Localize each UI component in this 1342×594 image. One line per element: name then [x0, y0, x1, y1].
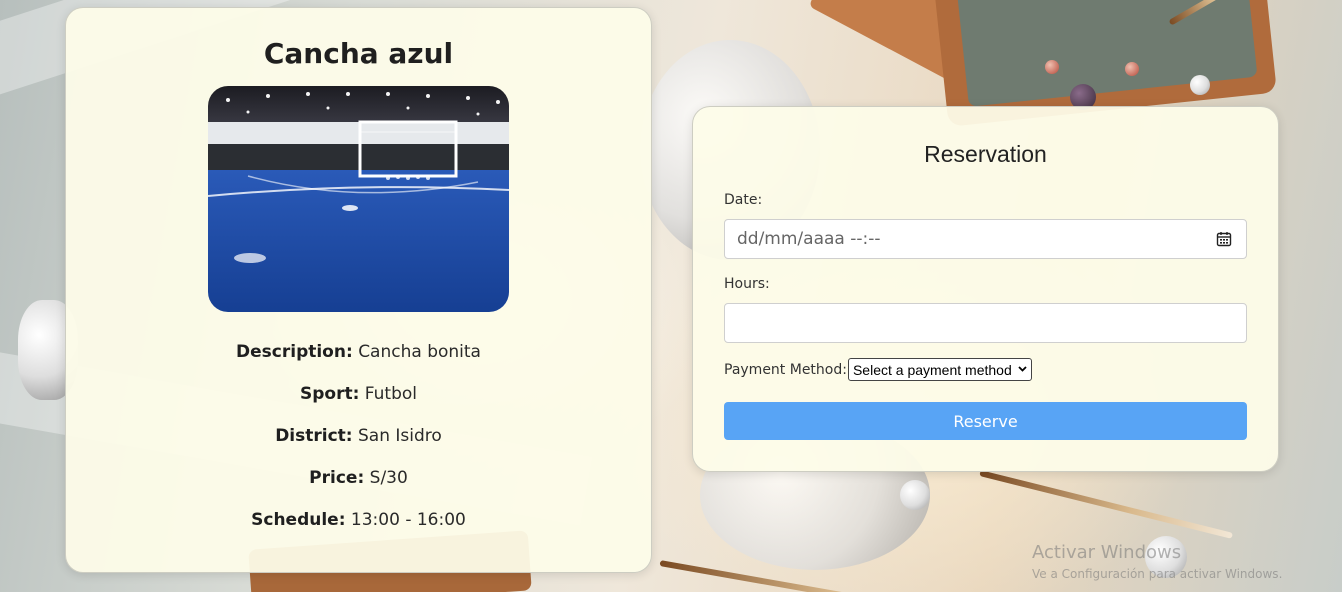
payment-row: Payment Method: Select a payment method [724, 358, 1032, 381]
detail-label: Price: [309, 468, 365, 488]
detail-description: Description: Cancha bonita [66, 342, 651, 362]
detail-value: 13:00 - 16:00 [350, 510, 466, 530]
detail-price: Price: S/30 [66, 468, 651, 488]
payment-method-label: Payment Method: [724, 361, 847, 378]
detail-label: District: [275, 426, 353, 446]
date-placeholder: dd/mm/aaaa --:-- [737, 229, 881, 249]
calendar-icon[interactable] [1216, 231, 1232, 247]
reserve-button[interactable]: Reserve [724, 402, 1247, 440]
court-image [208, 86, 509, 312]
payment-method-select[interactable]: Select a payment method [847, 358, 1032, 381]
reservation-title: Reservation [924, 141, 1047, 167]
detail-value: San Isidro [358, 426, 442, 446]
detail-label: Description: [236, 342, 353, 362]
reservation-card: Reservation Date: dd/mm/aaaa --:-- Hours… [692, 106, 1279, 472]
court-title: Cancha azul [263, 37, 454, 70]
detail-value: Futbol [364, 384, 418, 404]
hours-input[interactable] [724, 303, 1247, 343]
detail-district: District: San Isidro [66, 426, 651, 446]
detail-value: Cancha bonita [358, 342, 481, 362]
hours-label: Hours: [724, 276, 770, 292]
detail-sport: Sport: Futbol [66, 384, 651, 404]
detail-value: S/30 [369, 468, 408, 488]
chevron-down-icon [1018, 364, 1027, 375]
payment-selected-value: Select a payment method [852, 361, 1012, 378]
date-label: Date: [724, 192, 763, 208]
detail-label: Sport: [299, 384, 360, 404]
detail-schedule: Schedule: 13:00 - 16:00 [66, 510, 651, 530]
court-info-card: Cancha azul Description: Cancha bonita S… [65, 7, 652, 573]
detail-label: Schedule: [251, 510, 346, 530]
date-input[interactable]: dd/mm/aaaa --:-- [724, 219, 1247, 259]
